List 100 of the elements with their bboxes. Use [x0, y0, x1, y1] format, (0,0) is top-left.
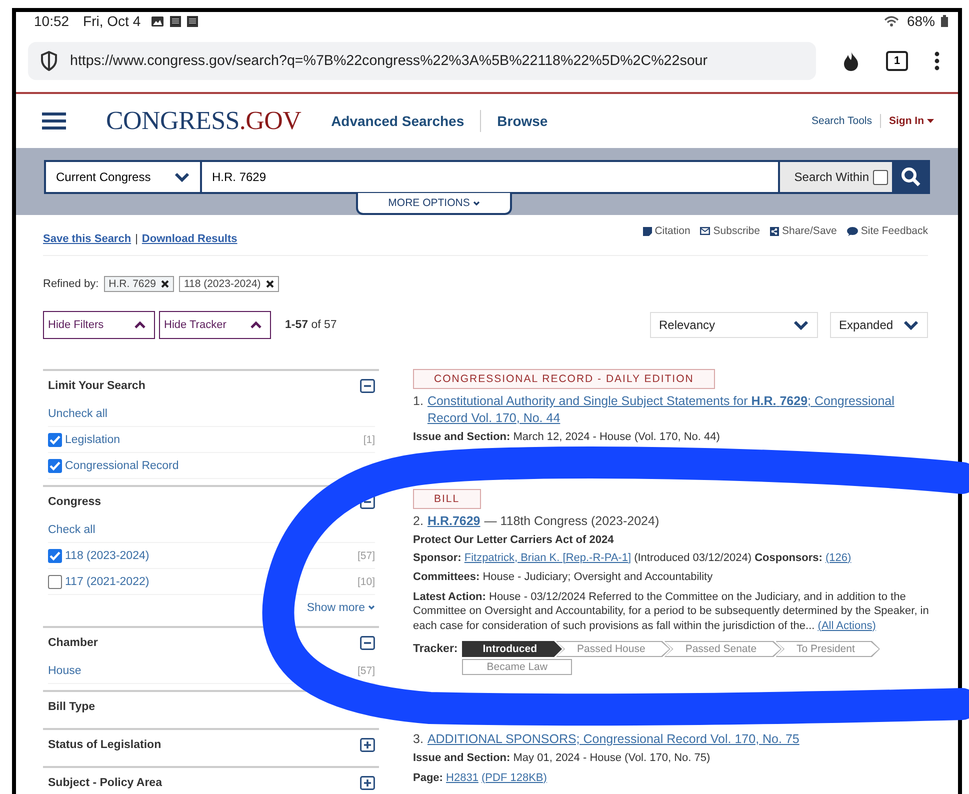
search-tools-link[interactable]: Search Tools: [811, 115, 872, 127]
result-detail: Sponsor: Fitzpatrick, Brian K. [Rep.-R-PA-1] (Introduced 03/12/2024) Cosponsors: (126): [413, 550, 852, 565]
tool-link[interactable]: Subscribe: [713, 225, 760, 237]
result-detail: Committees: House - Judiciary; Oversight and Accountability: [413, 570, 714, 584]
nav-link[interactable]: Browse: [497, 113, 548, 129]
filter-option-label[interactable]: Congressional Record: [65, 460, 179, 472]
address-bar[interactable]: https://www.congress.gov/search?q=%7B%22congress%22%3A%5B%22118%22%5D%2C%22sour: [28, 42, 816, 80]
checkbox[interactable]: [48, 458, 62, 472]
nav-link[interactable]: Advanced Searches: [331, 113, 464, 129]
result-detail: Issue and Section: March 12, 2024 - House (Vol. 170, No. 44): [413, 430, 721, 444]
site-logo[interactable]: CONGRESS.GOV: [106, 106, 302, 136]
chevron-down-icon: [174, 172, 190, 182]
show-more-link[interactable]: Show more: [306, 602, 365, 614]
result-type-tag: CONGRESSIONAL RECORD - DAILY EDITION: [413, 369, 715, 389]
close-icon[interactable]: [266, 280, 274, 288]
tool-link[interactable]: Share/Save: [782, 225, 837, 237]
expand-icon[interactable]: [360, 738, 375, 752]
result-number: 3.: [413, 731, 424, 748]
expand-icon[interactable]: [360, 776, 375, 790]
chevron-down-icon: [903, 320, 919, 330]
filter-heading: Bill Type: [48, 701, 96, 713]
result-detail: Issue and Section: May 01, 2024 - House (Vol. 170, No. 75): [413, 751, 712, 766]
search-icon: [901, 167, 921, 187]
tracker-step: To President: [776, 641, 880, 657]
filter-action-link[interactable]: Uncheck all: [48, 408, 108, 420]
chevron-up-icon: [250, 321, 262, 329]
result-congress: — 118th Congress (2023-2024): [484, 512, 660, 530]
wifi-icon: [884, 16, 899, 26]
search-field[interactable]: H.R. 7629: [202, 160, 780, 194]
toggle-button[interactable]: Hide Tracker: [159, 311, 271, 339]
tool-link[interactable]: Citation: [654, 225, 690, 237]
filter-option-label[interactable]: Legislation: [65, 434, 120, 446]
shield-icon: [40, 51, 58, 71]
result-title-link[interactable]: H.R.7629: [427, 512, 480, 530]
bill-title: Protect Our Letter Carriers Act of 2024: [413, 534, 615, 546]
detail-link[interactable]: (126): [825, 552, 852, 564]
result-number: 2.: [413, 512, 424, 530]
tracker-step: Introduced: [462, 641, 562, 657]
filter-option-label[interactable]: 117 (2021-2022): [65, 576, 150, 588]
flame-icon[interactable]: [842, 50, 860, 72]
filter-heading: Congress: [48, 496, 102, 508]
detail-link[interactable]: Fitzpatrick, Brian K. [Rep.-R-PA-1]: [464, 552, 632, 564]
sort-dropdown[interactable]: Relevancy: [650, 312, 818, 338]
newspaper-icon: [170, 16, 181, 26]
checkbox[interactable]: [48, 548, 62, 562]
search-within-label: Search Within: [794, 170, 869, 184]
caret-icon: [927, 119, 934, 123]
filter-option-label[interactable]: 118 (2023-2024): [65, 550, 150, 562]
more-options-button[interactable]: MORE OPTIONS: [356, 193, 512, 215]
view-dropdown[interactable]: Expanded: [830, 312, 928, 338]
result-title-link[interactable]: Constitutional Authority and Single Subject Statements for H.R. 7629; Congressional Record Vol. 170, No. 44: [427, 393, 931, 427]
refined-by-label: Refined by:: [43, 278, 99, 290]
filter-chip[interactable]: H.R. 7629: [104, 276, 174, 292]
more-options-icon[interactable]: [934, 51, 940, 71]
chevron-up-icon: [134, 321, 146, 329]
filter-option-link[interactable]: House: [48, 664, 82, 676]
filter-count: [10]: [357, 576, 375, 588]
tracker-step: Became Law: [462, 659, 572, 675]
filter-heading: Subject - Policy Area: [48, 777, 162, 789]
filter-heading: Chamber: [48, 637, 98, 649]
gallery-icon: [150, 16, 164, 26]
checkbox[interactable]: [48, 432, 62, 446]
sign-in-link[interactable]: Sign In: [889, 115, 924, 127]
filter-heading: Limit Your Search: [48, 380, 146, 392]
search-button[interactable]: [892, 160, 930, 194]
result-detail: Latest Action: House - 03/12/2024 Referred to the Committee on the Judiciary, and in addition to the Committee on Oversight and Accountability, for a period to be subsequently determined by the Speaker, in each case for consideration of such provisions as fall within the jurisdiction of the... (All Actions): [413, 590, 930, 633]
toggle-button[interactable]: Hide Filters: [43, 311, 155, 339]
collapse-icon[interactable]: [360, 636, 375, 650]
result-type-tag: BILL: [413, 488, 481, 508]
filter-chip[interactable]: 118 (2023-2024): [178, 276, 279, 292]
save-search-link[interactable]: Save this Search: [43, 233, 132, 245]
chevron-down-icon: [368, 605, 375, 610]
tool-link[interactable]: Site Feedback: [860, 225, 928, 237]
collapse-icon[interactable]: [360, 379, 375, 393]
battery-icon: [941, 15, 948, 27]
share-icon: [770, 226, 779, 236]
detail-link[interactable]: (All Actions): [818, 620, 876, 632]
filter-action-link[interactable]: Check all: [48, 524, 96, 536]
filter-count: [57]: [357, 664, 375, 676]
result-title-link[interactable]: ADDITIONAL SPONSORS; Congressional Record Vol. 170, No. 75: [427, 731, 800, 748]
search-within-checkbox[interactable]: [873, 170, 888, 184]
close-icon[interactable]: [160, 280, 169, 288]
download-results-link[interactable]: Download Results: [142, 233, 238, 245]
mail-icon: [700, 227, 710, 235]
status-time: 10:52: [34, 13, 70, 29]
scope-dropdown[interactable]: Current Congress: [44, 160, 202, 194]
tab-count-button[interactable]: 1: [886, 51, 908, 71]
result-number: 1.: [413, 393, 424, 410]
filter-count: [57]: [357, 550, 375, 562]
link-separator: |: [135, 233, 138, 245]
checkbox[interactable]: [48, 574, 62, 588]
bookmark-icon: [642, 226, 652, 236]
result-detail: Page: H2831 (PDF 128KB): [413, 770, 548, 785]
menu-icon[interactable]: [42, 112, 66, 130]
chevron-down-icon: [793, 320, 809, 330]
detail-link[interactable]: (PDF 128KB): [482, 772, 547, 784]
filter-heading: Status of Legislation: [48, 739, 162, 751]
detail-link[interactable]: H2831: [446, 772, 478, 784]
collapse-icon[interactable]: [360, 495, 375, 509]
chat-bubble-icon: [846, 226, 858, 236]
